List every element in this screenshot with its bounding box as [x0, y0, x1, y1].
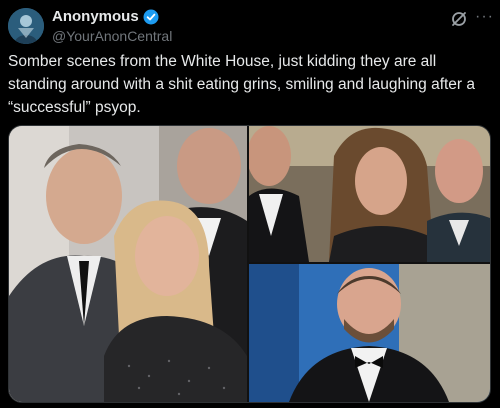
verified-badge-icon [143, 9, 159, 25]
tweet-text: Somber scenes from the White House, just… [8, 53, 476, 116]
avatar[interactable] [8, 8, 44, 44]
photo-left[interactable] [9, 126, 247, 402]
author-handle[interactable]: @YourAnonCentral [52, 28, 172, 44]
photo-bottom-right[interactable] [249, 264, 490, 402]
tweet-media[interactable] [8, 125, 491, 403]
grok-icon[interactable] [450, 10, 468, 28]
author-display-name[interactable]: Anonymous [52, 8, 139, 25]
tweet-post: Anonymous @YourAnonCentral ··· Somber sc… [0, 0, 500, 408]
more-options-icon[interactable]: ··· [475, 9, 494, 25]
photo-top-right[interactable] [249, 126, 490, 262]
author-info: Anonymous @YourAnonCentral [52, 8, 172, 44]
